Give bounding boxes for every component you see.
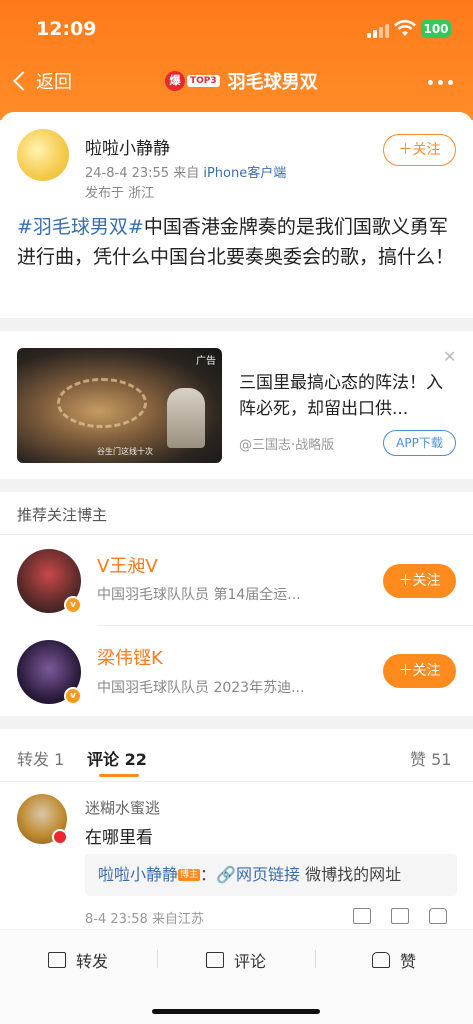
comment-username[interactable]: 迷糊水蜜逃 [85, 797, 160, 818]
like-label: 赞 [400, 952, 417, 971]
repost-label: 转发 [76, 952, 109, 971]
follow-button[interactable]: ＋关注 [383, 134, 456, 166]
badge-icon [52, 829, 68, 845]
post-meta: 24-8-4 23:55 来自 iPhone客户端 [85, 162, 286, 181]
comment-text: 在哪里看 [85, 828, 153, 848]
hashtag-link[interactable]: #羽毛球男双# [17, 216, 144, 238]
repost-button[interactable]: 转发 [48, 948, 108, 972]
post-location: 发布于 浙江 [85, 186, 155, 201]
more-options-icon[interactable] [428, 80, 453, 85]
post-card: 啦啦小静静 24-8-4 23:55 来自 iPhone客户端 发布于 浙江 ＋… [0, 112, 473, 318]
avatar[interactable] [17, 129, 69, 181]
reply-icon[interactable] [391, 908, 409, 924]
post-username[interactable]: 啦啦小静静 [85, 134, 170, 159]
recommend-desc: 中国羽毛球队队员 2023年苏迪... [97, 680, 305, 696]
page-title: 羽毛球男双 [227, 72, 318, 93]
device-link[interactable]: iPhone客户端 [203, 166, 286, 181]
home-indicator [152, 1009, 320, 1014]
ad-source: @三国志·战略版 [239, 438, 335, 453]
status-time: 12:09 [36, 18, 97, 40]
header: 12:09 100 返回 爆 TOP3 羽毛球男双 [0, 0, 473, 120]
recommend-desc: 中国羽毛球队队员 第14届全运... [97, 587, 301, 603]
ad-badge: 广告 [196, 356, 216, 367]
top-rank-badge: TOP3 [187, 75, 220, 87]
status-bar: 12:09 100 [0, 18, 473, 44]
comment-button[interactable]: 评论 [206, 948, 266, 972]
signal-icon [367, 22, 389, 38]
hot-icon: 爆 [165, 71, 185, 91]
app-download-button[interactable]: APP下载 [383, 430, 456, 456]
follow-label: 关注 [412, 663, 441, 679]
web-link[interactable]: 网页链接 [236, 865, 300, 884]
comment-icon [206, 952, 224, 968]
follow-button[interactable]: ＋关注 [383, 654, 456, 688]
comment-label: 评论 [234, 952, 267, 971]
tab-like[interactable]: 赞 51 [410, 746, 451, 770]
follow-label: 关注 [412, 142, 441, 158]
reply-text: 微博找的网址 [299, 865, 402, 884]
battery-indicator: 100 [421, 20, 451, 38]
repost-icon [48, 952, 66, 968]
follow-button[interactable]: ＋关注 [383, 564, 456, 598]
topic-title[interactable]: 爆 TOP3 羽毛球男双 [165, 68, 318, 94]
chevron-left-icon [13, 71, 33, 91]
ad-image[interactable]: 广告 谷生门这线十次 [17, 348, 222, 463]
ad-image-caption: 谷生门这线十次 [97, 447, 153, 456]
recommend-section: 推荐关注博主 v V王昶V 中国羽毛球队队员 第14届全运... ＋关注 v 梁… [0, 492, 473, 716]
author-badge: 博主 [178, 869, 201, 881]
active-tab-indicator [99, 774, 139, 777]
comment-actions [353, 908, 447, 924]
link-icon: 🔗 [216, 865, 236, 884]
recommend-name[interactable]: 梁伟铿K [97, 644, 163, 670]
tab-repost[interactable]: 转发 1 [17, 746, 64, 770]
share-icon[interactable] [353, 908, 371, 924]
verified-icon: v [64, 687, 82, 705]
back-label: 返回 [36, 72, 72, 93]
follow-label: 关注 [412, 573, 441, 589]
nav-bar: 返回 爆 TOP3 羽毛球男双 [0, 62, 473, 102]
comments-section: 转发 1 评论 22 赞 51 迷糊水蜜逃 在哪里看 啦啦小静静 博主 ：🔗网页链接… [0, 729, 473, 949]
recommend-name[interactable]: V王昶V [97, 552, 158, 578]
like-icon[interactable] [429, 908, 447, 924]
comment-meta: 8-4 23:58 来自江苏 [85, 912, 204, 927]
recommend-title: 推荐关注博主 [17, 506, 108, 524]
from-prefix: 来自 [173, 166, 200, 181]
comment-reply[interactable]: 啦啦小静静 博主 ：🔗网页链接 微博找的网址 [85, 854, 457, 896]
post-body: #羽毛球男双#中国香港金牌奏的是我们国歌义勇军进行曲，凭什么中国台北要奏奥委会的… [17, 212, 457, 272]
bottom-action-bar: 转发 评论 赞 [0, 929, 473, 1024]
wifi-icon [394, 20, 416, 36]
ad-title[interactable]: 三国里最搞心态的阵法！入阵必死，却留出口供... [239, 370, 454, 422]
tab-comment[interactable]: 评论 22 [87, 746, 147, 770]
reply-username[interactable]: 啦啦小静静 [98, 865, 178, 884]
verified-icon: v [64, 596, 82, 614]
back-button[interactable]: 返回 [12, 68, 72, 94]
like-button[interactable]: 赞 [372, 948, 416, 972]
close-icon[interactable]: ✕ [443, 347, 456, 366]
thumbs-up-icon [372, 952, 390, 968]
post-date: 24-8-4 23:55 [85, 166, 170, 181]
